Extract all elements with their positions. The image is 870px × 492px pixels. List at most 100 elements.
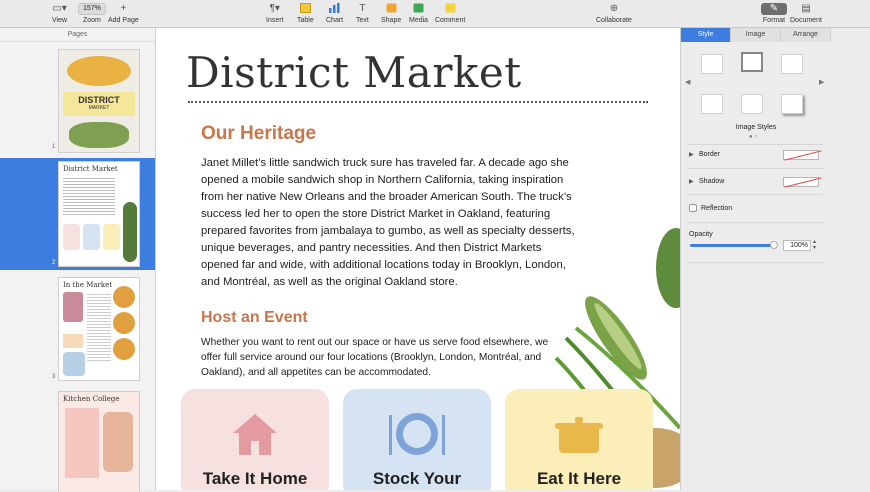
opacity-slider-thumb[interactable] xyxy=(770,241,778,249)
disclosure-triangle-icon[interactable]: ▶ xyxy=(689,151,694,158)
text-box-icon: T xyxy=(359,3,366,14)
page-thumbnails-sidebar: Pages DISTRICT MARKET 1 District Market … xyxy=(0,28,156,492)
opacity-label: Opacity xyxy=(689,231,713,238)
divider xyxy=(687,144,823,145)
dotted-divider xyxy=(188,101,648,103)
page-dots[interactable]: ● ○ xyxy=(749,134,758,140)
chevron-left-icon[interactable]: ◀ xyxy=(685,78,690,86)
opacity-field[interactable]: 100% xyxy=(783,240,811,251)
chart-icon xyxy=(326,3,343,15)
page-thumbnail[interactable]: District Market xyxy=(59,162,139,266)
page-thumbnail[interactable]: Kitchen College xyxy=(59,392,139,492)
recipe-box xyxy=(65,408,99,478)
document-canvas[interactable]: District Market Our Heritage Janet Mille… xyxy=(156,28,680,490)
orange-slice-image xyxy=(113,338,135,360)
tab-image[interactable]: Image xyxy=(731,28,781,42)
divider xyxy=(687,168,823,169)
image-style-swatch[interactable] xyxy=(701,94,723,114)
insert-button[interactable]: ¶▾ Insert xyxy=(266,3,284,24)
take-it-home-card[interactable]: Take It Home xyxy=(181,389,329,490)
eat-it-here-card[interactable]: Eat It Here xyxy=(505,389,653,490)
reflection-label: Reflection xyxy=(701,205,733,212)
media-icon xyxy=(409,3,428,15)
card-label: Eat It Here xyxy=(536,469,622,488)
document-title[interactable]: District Market xyxy=(186,48,522,97)
table-button[interactable]: Table xyxy=(297,3,314,24)
text-lines xyxy=(87,292,111,362)
shadow-preview[interactable] xyxy=(783,177,819,187)
orange-slice-image xyxy=(113,286,135,308)
page-thumbnail-row[interactable]: In the Market 3 xyxy=(0,274,155,386)
card-label: Take It Home xyxy=(202,469,308,488)
format-inspector: Style Image Arrange ◀ ▶ Image Styles ● ○… xyxy=(680,28,870,490)
border-label[interactable]: Border xyxy=(699,151,720,158)
disclosure-triangle-icon[interactable]: ▶ xyxy=(689,178,694,185)
mini-card xyxy=(83,224,100,250)
jar-image xyxy=(63,292,83,322)
event-paragraph[interactable]: Whether you want to rent out our space o… xyxy=(201,335,561,380)
toolbar: ▭▾ View 157% Zoom + Add Page ¶▾ Insert T… xyxy=(0,0,870,28)
paintbrush-icon: ✎ xyxy=(761,3,787,15)
vegetable-image xyxy=(123,202,137,262)
text-lines xyxy=(63,176,115,216)
border-preview[interactable] xyxy=(783,150,819,160)
image-styles-grid: ◀ ▶ xyxy=(685,50,824,130)
plate-icon xyxy=(389,413,445,455)
collaborate-icon: ⊕ xyxy=(609,3,619,14)
shadow-label[interactable]: Shadow xyxy=(699,178,724,185)
collaborate-button[interactable]: ⊕ Collaborate xyxy=(596,3,632,24)
comment-button[interactable]: Comment xyxy=(435,3,465,24)
heritage-heading[interactable]: Our Heritage xyxy=(201,123,316,145)
greens-image xyxy=(69,122,129,148)
page-thumbnail[interactable]: DISTRICT MARKET xyxy=(59,50,139,152)
document-icon: ▤ xyxy=(801,3,811,14)
reflection-checkbox[interactable] xyxy=(689,204,697,212)
shape-button[interactable]: Shape xyxy=(381,3,401,24)
page-thumbnail-row[interactable]: Kitchen College xyxy=(0,388,155,492)
image-style-swatch[interactable] xyxy=(741,52,763,72)
sidebar-view-icon: ▭▾ xyxy=(52,3,67,14)
zoom-value[interactable]: 157% xyxy=(78,3,106,15)
format-button[interactable]: ✎ Format xyxy=(761,3,787,24)
text-button[interactable]: T Text xyxy=(356,3,369,24)
document-button[interactable]: ▤ Document xyxy=(790,3,822,24)
media-button[interactable]: Media xyxy=(409,3,428,24)
mini-card xyxy=(103,224,120,250)
zoom-control[interactable]: 157% Zoom xyxy=(78,3,106,24)
inspector-tabs: Style Image Arrange xyxy=(681,28,831,42)
page-thumbnail-row-selected[interactable]: District Market 2 xyxy=(0,158,155,270)
tab-style[interactable]: Style xyxy=(681,28,731,42)
divider xyxy=(687,262,823,263)
add-page-button[interactable]: + Add Page xyxy=(108,3,139,24)
image-style-swatch[interactable] xyxy=(781,94,803,114)
food-image xyxy=(103,412,133,472)
tab-arrange[interactable]: Arrange xyxy=(781,28,831,42)
pot-icon xyxy=(555,417,603,453)
orange-slice-image xyxy=(113,312,135,334)
mini-card xyxy=(63,224,80,250)
card-label: Stock Your xyxy=(372,469,462,488)
paragraph-icon: ¶▾ xyxy=(269,3,280,14)
divider xyxy=(687,222,823,223)
event-heading[interactable]: Host an Event xyxy=(201,309,308,327)
image-style-swatch[interactable] xyxy=(701,54,723,74)
image-styles-label: Image Styles xyxy=(735,124,777,131)
stepper-icon[interactable]: ▴ ▾ xyxy=(813,239,816,251)
citrus-image xyxy=(67,56,131,86)
image-style-swatch[interactable] xyxy=(781,54,803,74)
opacity-slider-track[interactable] xyxy=(690,244,774,247)
page-thumbnail-row[interactable]: DISTRICT MARKET 1 xyxy=(0,46,155,158)
sidebar-header: Pages xyxy=(0,28,155,42)
view-button[interactable]: ▭▾ View xyxy=(52,3,67,24)
cover-label: DISTRICT MARKET xyxy=(63,92,135,116)
stock-your-card[interactable]: Stock Your xyxy=(343,389,491,490)
comment-icon xyxy=(435,3,465,15)
chart-button[interactable]: Chart xyxy=(326,3,343,24)
page-thumbnail[interactable]: In the Market xyxy=(59,278,139,380)
chevron-right-icon[interactable]: ▶ xyxy=(819,78,824,86)
image-style-swatch[interactable] xyxy=(741,94,763,114)
bowl-image xyxy=(63,352,85,376)
shape-icon xyxy=(381,3,401,15)
plus-icon: + xyxy=(120,3,127,14)
house-icon xyxy=(233,414,277,455)
